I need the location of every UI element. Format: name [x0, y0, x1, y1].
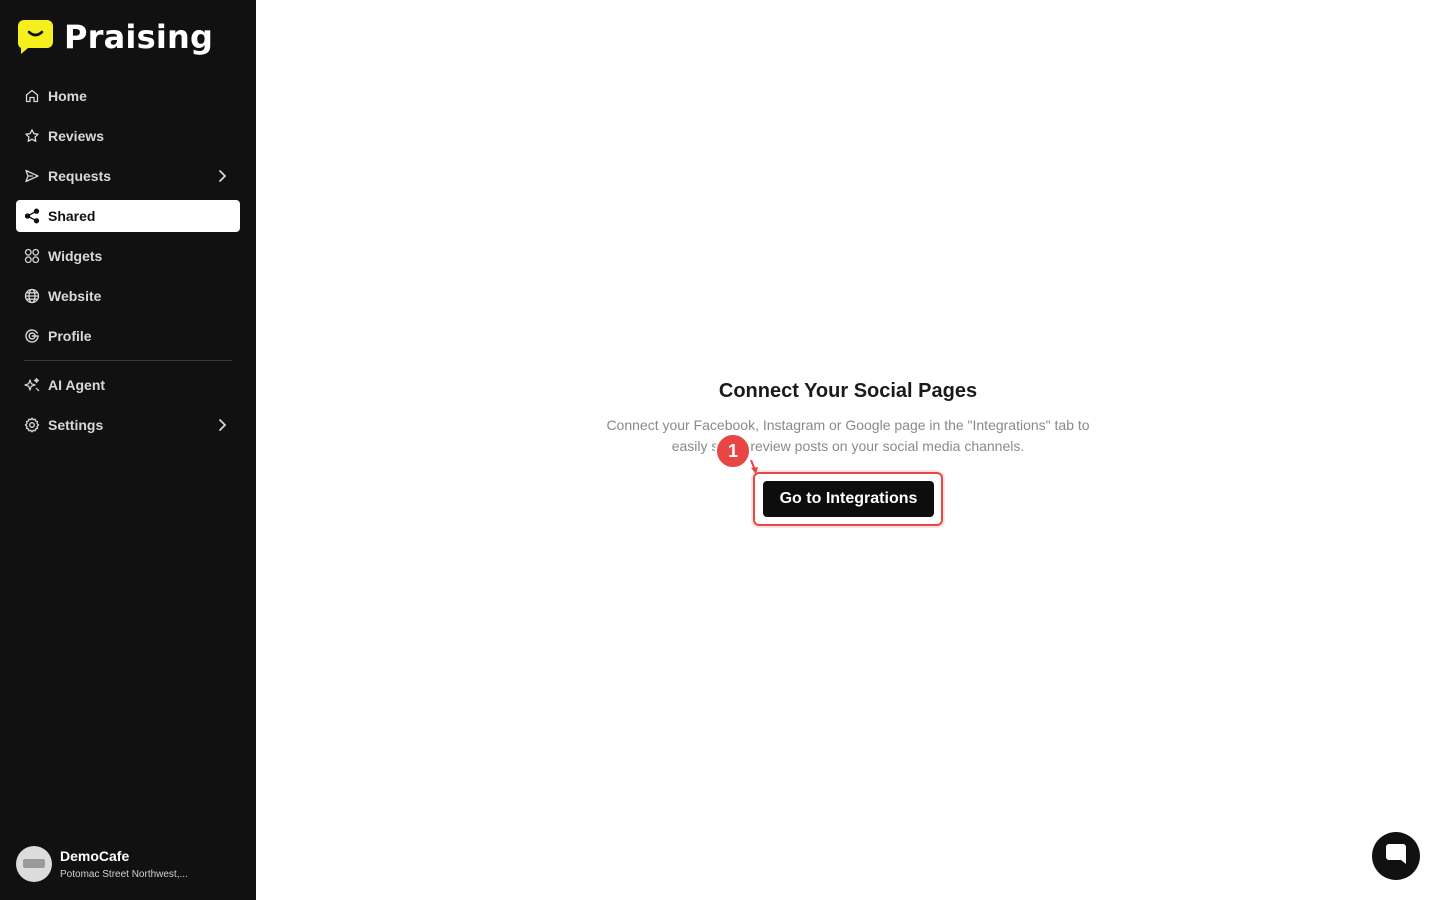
sidebar-item-label: AI Agent [48, 377, 106, 393]
annotation-arrow-icon [750, 460, 758, 474]
sidebar-item-profile[interactable]: Profile [16, 320, 240, 352]
sparkle-icon [24, 377, 40, 393]
sidebar-item-label: Widgets [48, 248, 103, 264]
sidebar-item-widgets[interactable]: Widgets [16, 240, 240, 272]
star-icon [24, 128, 40, 144]
gear-icon [24, 417, 40, 433]
sidebar-item-ai-agent[interactable]: AI Agent [16, 369, 240, 401]
sidebar: Praising Home Reviews Requests Shared Wi… [0, 0, 256, 900]
sidebar-item-reviews[interactable]: Reviews [16, 120, 240, 152]
sidebar-divider [24, 360, 232, 361]
sidebar-item-label: Website [48, 288, 102, 304]
go-to-integrations-button[interactable]: Go to Integrations [763, 481, 934, 517]
empty-state-title: Connect Your Social Pages [718, 380, 978, 402]
sidebar-nav: Home Reviews Requests Shared Widgets Web… [16, 80, 240, 449]
empty-state: Connect Your Social Pages Connect your F… [256, 380, 1440, 457]
praising-logo-icon [17, 20, 53, 54]
sidebar-item-shared[interactable]: Shared [16, 200, 240, 232]
sidebar-item-label: Requests [48, 168, 112, 184]
account-name: DemoCafe [60, 848, 130, 864]
sidebar-item-label: Settings [48, 417, 104, 433]
empty-state-description: Connect your Facebook, Instagram or Goog… [606, 417, 1090, 454]
step-badge: 1 [715, 433, 751, 469]
chevron-right-icon[interactable] [214, 168, 230, 184]
sidebar-item-requests[interactable]: Requests [16, 160, 240, 192]
sidebar-item-label: Profile [48, 328, 92, 344]
account-address: Potomac Street Northwest,... [60, 869, 188, 880]
globe-icon [24, 288, 40, 304]
sidebar-item-home[interactable]: Home [16, 80, 240, 112]
sidebar-item-settings[interactable]: Settings [16, 409, 240, 441]
avatar [16, 846, 52, 882]
chevron-right-icon[interactable] [214, 417, 230, 433]
chat-icon [1384, 842, 1408, 871]
send-icon [24, 168, 40, 184]
account-switcher[interactable]: DemoCafe Potomac Street Northwest,... [16, 846, 188, 882]
main-content: Connect Your Social Pages Connect your F… [256, 0, 1440, 900]
widgets-icon [24, 248, 40, 264]
google-icon [24, 328, 40, 344]
chat-launcher-button[interactable] [1372, 832, 1420, 880]
sidebar-item-label: Reviews [48, 128, 105, 144]
share-icon [24, 208, 40, 224]
sidebar-item-label: Home [48, 88, 87, 104]
sidebar-item-label: Shared [48, 208, 96, 224]
sidebar-item-website[interactable]: Website [16, 280, 240, 312]
cta-highlight: Go to Integrations [753, 472, 943, 526]
brand-logo[interactable]: Praising [17, 18, 214, 56]
home-icon [24, 88, 40, 104]
brand-name: Praising [64, 18, 214, 56]
